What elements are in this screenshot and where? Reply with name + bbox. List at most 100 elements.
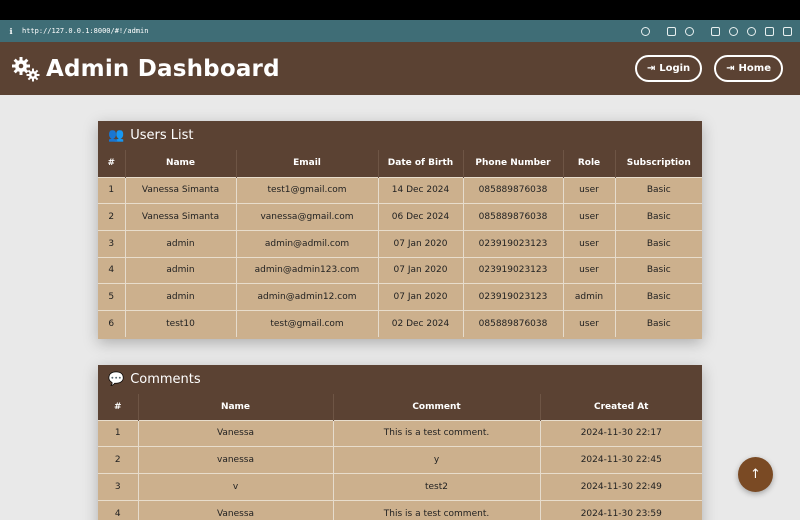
cell-role: admin — [562, 283, 615, 311]
cell-phone: 085889876038 — [462, 203, 563, 231]
cell-subscription: Basic — [614, 203, 702, 231]
cell-created-at: 2024-11-30 22:49 — [539, 472, 702, 501]
cell-subscription: Basic — [614, 256, 702, 284]
cell-role: user — [562, 256, 615, 284]
cell-phone: 085889876038 — [462, 309, 563, 338]
cell-name: admin — [124, 256, 236, 284]
app-header: Admin Dashboard ⇥ Login ⇥ Home — [0, 42, 800, 95]
cell-role: user — [562, 229, 615, 258]
cell-name: v — [137, 472, 333, 501]
globe-icon[interactable] — [729, 26, 738, 36]
cell-role: user — [562, 309, 615, 338]
comments-table-header-row: # Name Comment Created At — [98, 394, 702, 420]
cell-index: 3 — [98, 229, 125, 258]
comments-card: 💬 Comments # Name Comment Created At 1 V… — [98, 365, 702, 520]
cell-index: 1 — [98, 419, 138, 447]
page-title: Admin Dashboard — [46, 55, 280, 82]
users-table-header-row: # Name Email Date of Birth Phone Number … — [98, 150, 702, 177]
window-top-strip — [0, 0, 800, 20]
info-icon[interactable]: ℹ — [0, 27, 22, 36]
cell-index: 4 — [98, 256, 125, 284]
browser-bar: ℹ http://127.0.0.1:8000/#!/admin — [0, 20, 800, 42]
cell-name: Vanessa Simanta — [124, 203, 236, 231]
cell-email: admin@admil.com — [235, 229, 378, 258]
column-header: Name — [137, 394, 333, 420]
cell-email: admin@admin123.com — [235, 256, 378, 284]
cell-subscription: Basic — [614, 283, 702, 311]
cell-dob: 07 Jan 2020 — [377, 256, 463, 284]
cell-subscription: Basic — [614, 176, 702, 204]
cell-comment: This is a test comment. — [332, 419, 540, 447]
column-header: Created At — [539, 394, 702, 420]
scroll-to-top-button[interactable]: ↑ — [738, 457, 773, 492]
table-row: 4 Vanessa This is a test comment. 2024-1… — [98, 499, 702, 520]
table-row: 1 Vanessa Simanta test1@gmail.com 14 Dec… — [98, 176, 702, 204]
cell-subscription: Basic — [614, 229, 702, 258]
cell-comment: y — [332, 446, 540, 474]
url-text[interactable]: http://127.0.0.1:8000/#!/admin — [22, 27, 641, 35]
users-list-card: 👥 Users List # Name Email Date of Birth … — [98, 121, 702, 339]
browser-toolbar-icons — [641, 26, 800, 36]
cell-phone: 023919023123 — [462, 283, 563, 311]
cell-name: test10 — [124, 309, 236, 338]
sign-in-icon: ⇥ — [646, 63, 656, 74]
cell-index: 2 — [98, 446, 138, 474]
users-list-header: 👥 Users List — [98, 121, 702, 150]
column-header: Email — [235, 150, 378, 177]
sidebar-icon[interactable] — [783, 26, 792, 36]
cell-dob: 14 Dec 2024 — [377, 176, 463, 204]
header-nav: ⇥ Login ⇥ Home — [634, 55, 783, 82]
cell-name: Vanessa — [137, 499, 333, 520]
cell-subscription: Basic — [614, 309, 702, 338]
cell-role: user — [562, 176, 615, 204]
table-row: 2 vanessa y 2024-11-30 22:45 — [98, 446, 702, 474]
cell-index: 6 — [98, 309, 125, 338]
cell-dob: 07 Jan 2020 — [377, 283, 463, 311]
column-header: # — [98, 150, 125, 177]
cell-comment: test2 — [332, 472, 540, 501]
users-list-title: Users List — [130, 128, 194, 143]
code-icon[interactable] — [765, 26, 774, 36]
cell-index: 3 — [98, 472, 138, 501]
cell-name: vanessa — [137, 446, 333, 474]
cell-dob: 06 Dec 2024 — [377, 203, 463, 231]
table-row: 3 admin admin@admil.com 07 Jan 2020 0239… — [98, 229, 702, 258]
cell-comment: This is a test comment. — [332, 499, 540, 520]
cell-dob: 02 Dec 2024 — [377, 309, 463, 338]
table-row: 4 admin admin@admin123.com 07 Jan 2020 0… — [98, 256, 702, 284]
column-header: Name — [124, 150, 236, 177]
cell-index: 5 — [98, 283, 125, 311]
table-row: 1 Vanessa This is a test comment. 2024-1… — [98, 419, 702, 447]
cell-index: 2 — [98, 203, 125, 231]
login-button[interactable]: ⇥ Login — [634, 55, 703, 82]
arrow-up-icon: ↑ — [750, 467, 761, 482]
users-table: # Name Email Date of Birth Phone Number … — [98, 150, 702, 338]
cell-email: vanessa@gmail.com — [235, 203, 378, 231]
cell-phone: 023919023123 — [462, 256, 563, 284]
brand[interactable]: Admin Dashboard — [12, 56, 280, 82]
comments-header: 💬 Comments — [98, 365, 702, 394]
users-icon: 👥 — [108, 128, 125, 143]
cell-email: admin@admin12.com — [235, 283, 378, 311]
column-header: Subscription — [614, 150, 702, 177]
cell-phone: 085889876038 — [462, 176, 563, 204]
screenshot-icon[interactable] — [667, 26, 676, 36]
gears-icon — [12, 56, 40, 81]
cell-email: test1@gmail.com — [235, 176, 378, 204]
column-header: Comment — [332, 394, 540, 420]
camera-icon[interactable] — [685, 26, 694, 36]
column-header: Role — [562, 150, 615, 177]
cell-created-at: 2024-11-30 22:45 — [539, 446, 702, 474]
cell-created-at: 2024-11-30 22:17 — [539, 419, 702, 447]
link-icon[interactable] — [641, 26, 650, 36]
cell-name: Vanessa Simanta — [124, 176, 236, 204]
crosshair-icon[interactable] — [747, 26, 756, 36]
cell-dob: 07 Jan 2020 — [377, 229, 463, 258]
column-header: # — [98, 394, 138, 420]
table-row: 2 Vanessa Simanta vanessa@gmail.com 06 D… — [98, 203, 702, 231]
column-header: Date of Birth — [377, 150, 463, 177]
comments-title: Comments — [130, 372, 201, 387]
window-icon[interactable] — [711, 26, 720, 36]
home-button[interactable]: ⇥ Home — [714, 55, 783, 82]
cell-name: Vanessa — [137, 419, 333, 447]
